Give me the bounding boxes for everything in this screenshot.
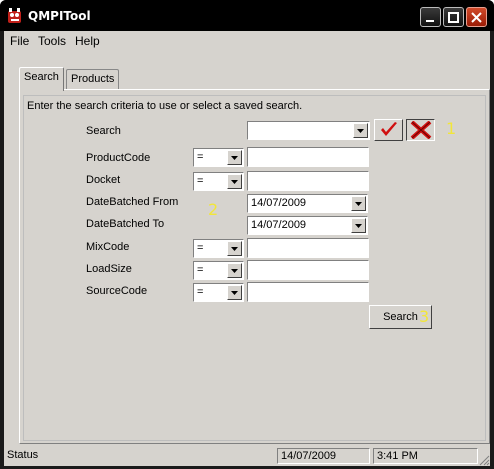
- menu-tools[interactable]: Tools: [38, 34, 66, 48]
- loadsize-operator-select[interactable]: =: [193, 261, 244, 280]
- datebatched-from-value: 14/07/2009: [251, 197, 307, 209]
- mixcode-operator-select[interactable]: =: [193, 239, 244, 258]
- status-time: 3:41 PM: [373, 448, 478, 464]
- datebatched-to-label: DateBatched To: [86, 218, 165, 230]
- sourcecode-operator-value: =: [197, 286, 204, 298]
- productcode-input[interactable]: [247, 147, 369, 167]
- datebatched-to-value: 14/07/2009: [251, 219, 307, 231]
- saved-search-select[interactable]: [247, 121, 370, 140]
- saved-search-label: Search: [86, 125, 121, 137]
- productcode-label: ProductCode: [86, 152, 151, 164]
- clear-search-button[interactable]: [406, 119, 435, 141]
- docket-label: Docket: [86, 174, 121, 186]
- chevron-down-icon[interactable]: [227, 174, 242, 189]
- annotation-2: 2: [208, 200, 219, 219]
- chevron-down-icon[interactable]: [353, 123, 368, 138]
- docket-input[interactable]: [247, 171, 369, 191]
- status-text: Status: [7, 449, 39, 461]
- docket-operator-select[interactable]: =: [193, 172, 244, 191]
- menu-bar: File Tools Help: [4, 31, 490, 51]
- tab-search[interactable]: Search: [19, 67, 64, 91]
- chevron-down-icon[interactable]: [351, 218, 366, 233]
- close-icon: [471, 11, 482, 23]
- sourcecode-operator-select[interactable]: =: [193, 283, 244, 302]
- chevron-down-icon[interactable]: [227, 241, 242, 256]
- maximize-button[interactable]: [443, 7, 464, 27]
- sourcecode-input[interactable]: [247, 282, 369, 302]
- annotation-1: 1: [446, 119, 457, 138]
- minimize-button[interactable]: [420, 7, 441, 27]
- datebatched-from-label: DateBatched From: [86, 196, 179, 208]
- instructions-text: Enter the search criteria to use or sele…: [27, 100, 303, 112]
- loadsize-label: LoadSize: [86, 263, 132, 275]
- checkmark-icon: [380, 122, 397, 136]
- sourcecode-label: SourceCode: [86, 285, 148, 297]
- close-window-button[interactable]: [466, 7, 487, 27]
- app-window: QMPITool File Tools Help Search Products…: [0, 0, 494, 469]
- menu-file[interactable]: File: [10, 34, 29, 48]
- datebatched-to-picker[interactable]: 14/07/2009: [247, 216, 368, 235]
- app-icon: [8, 8, 21, 23]
- docket-operator-value: =: [197, 175, 204, 187]
- apply-search-button[interactable]: [374, 119, 403, 141]
- chevron-down-icon[interactable]: [351, 196, 366, 211]
- productcode-operator-select[interactable]: =: [193, 148, 244, 167]
- annotation-3: 3: [419, 307, 430, 326]
- menu-help[interactable]: Help: [75, 34, 100, 48]
- chevron-down-icon[interactable]: [227, 285, 242, 300]
- cross-icon: [410, 121, 431, 139]
- productcode-operator-value: =: [197, 151, 204, 163]
- title-bar[interactable]: QMPITool: [0, 0, 494, 31]
- maximize-icon: [448, 11, 459, 23]
- chevron-down-icon[interactable]: [227, 150, 242, 165]
- minimize-icon: [426, 19, 434, 22]
- client-area: File Tools Help Search Products Enter th…: [4, 31, 490, 466]
- loadsize-operator-value: =: [197, 264, 204, 276]
- chevron-down-icon[interactable]: [227, 263, 242, 278]
- mixcode-input[interactable]: [247, 238, 369, 258]
- window-title: QMPITool: [28, 9, 91, 23]
- resize-grip-icon[interactable]: [478, 454, 490, 466]
- loadsize-input[interactable]: [247, 260, 369, 280]
- status-date: 14/07/2009: [277, 448, 370, 464]
- mixcode-operator-value: =: [197, 242, 204, 254]
- datebatched-from-picker[interactable]: 14/07/2009: [247, 194, 368, 213]
- tab-products[interactable]: Products: [66, 69, 120, 89]
- status-bar: Status 14/07/2009 3:41 PM: [4, 446, 490, 466]
- mixcode-label: MixCode: [86, 241, 130, 253]
